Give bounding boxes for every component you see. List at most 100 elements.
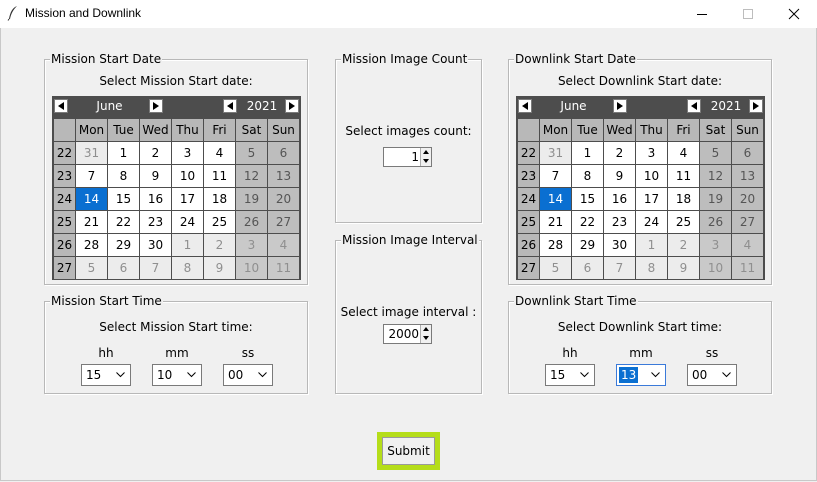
mission-hh-combobox[interactable]: 15	[81, 364, 131, 386]
calendar-day[interactable]: 8	[572, 165, 603, 187]
calendar-day[interactable]: 16	[140, 188, 171, 210]
downlink-mm-combobox[interactable]: 13	[616, 364, 666, 386]
calendar-day[interactable]: 1	[108, 142, 139, 164]
calendar-day[interactable]: 19	[236, 188, 267, 210]
calendar-day[interactable]: 21	[540, 211, 571, 233]
calendar-day[interactable]: 9	[204, 257, 235, 279]
calendar-day[interactable]: 5	[236, 142, 267, 164]
mission-ss-combobox[interactable]: 00	[223, 364, 273, 386]
calendar-day[interactable]: 17	[172, 188, 203, 210]
mission-mm-combobox[interactable]: 10	[152, 364, 202, 386]
calendar-day[interactable]: 22	[572, 211, 603, 233]
calendar-day[interactable]: 21	[76, 211, 107, 233]
calendar-day[interactable]: 23	[140, 211, 171, 233]
spin-up-button[interactable]	[421, 325, 431, 334]
calendar-day[interactable]: 3	[236, 234, 267, 256]
calendar-day[interactable]: 24	[172, 211, 203, 233]
calendar-day[interactable]: 7	[140, 257, 171, 279]
calendar-day[interactable]: 20	[268, 188, 299, 210]
calendar-day[interactable]: 15	[108, 188, 139, 210]
image-count-spinbox[interactable]: 1	[383, 147, 432, 167]
prev-month-button[interactable]	[54, 99, 68, 113]
calendar-day[interactable]: 13	[268, 165, 299, 187]
calendar-day[interactable]: 2	[204, 234, 235, 256]
calendar-day[interactable]: 27	[268, 211, 299, 233]
calendar-day[interactable]: 12	[700, 165, 731, 187]
calendar-day[interactable]: 4	[668, 142, 699, 164]
calendar-day[interactable]: 22	[108, 211, 139, 233]
calendar-day[interactable]: 7	[76, 165, 107, 187]
downlink-ss-combobox[interactable]: 00	[687, 364, 737, 386]
spin-down-button[interactable]	[421, 334, 431, 343]
calendar-day[interactable]: 6	[732, 142, 763, 164]
prev-year-button[interactable]	[687, 99, 701, 113]
calendar-day[interactable]: 17	[636, 188, 667, 210]
spin-up-button[interactable]	[421, 148, 431, 157]
image-count-value[interactable]: 1	[411, 150, 419, 164]
calendar-day[interactable]: 13	[732, 165, 763, 187]
minimize-button[interactable]	[679, 0, 725, 28]
next-month-button[interactable]	[149, 99, 163, 113]
calendar-day[interactable]: 12	[236, 165, 267, 187]
close-button[interactable]	[771, 0, 817, 28]
calendar-day[interactable]: 29	[572, 234, 603, 256]
calendar-day[interactable]: 9	[140, 165, 171, 187]
calendar-day[interactable]: 6	[268, 142, 299, 164]
downlink-hh-combobox[interactable]: 15	[545, 364, 595, 386]
calendar-day[interactable]: 14	[76, 188, 107, 210]
calendar-day[interactable]: 30	[140, 234, 171, 256]
calendar-day[interactable]: 3	[700, 234, 731, 256]
calendar-day[interactable]: 11	[668, 165, 699, 187]
calendar-day[interactable]: 2	[668, 234, 699, 256]
calendar-day[interactable]: 10	[172, 165, 203, 187]
calendar-day[interactable]: 11	[268, 257, 299, 279]
maximize-button[interactable]	[725, 0, 771, 28]
next-month-button[interactable]	[613, 99, 627, 113]
calendar-day[interactable]: 26	[700, 211, 731, 233]
calendar-day[interactable]: 28	[76, 234, 107, 256]
calendar-day[interactable]: 3	[636, 142, 667, 164]
calendar-day[interactable]: 16	[604, 188, 635, 210]
calendar-day[interactable]: 27	[732, 211, 763, 233]
calendar-day[interactable]: 20	[732, 188, 763, 210]
calendar-day[interactable]: 7	[540, 165, 571, 187]
calendar-day[interactable]: 5	[76, 257, 107, 279]
calendar-day[interactable]: 15	[572, 188, 603, 210]
mission-calendar[interactable]: June 2021 Mon Tue Wed Thu Fri Sat Sun 22 31 1 2 3 4 5 6 2…	[52, 96, 301, 280]
calendar-day[interactable]: 31	[76, 142, 107, 164]
calendar-day[interactable]: 10	[636, 165, 667, 187]
calendar-day[interactable]: 6	[108, 257, 139, 279]
calendar-day[interactable]: 9	[604, 165, 635, 187]
prev-year-button[interactable]	[223, 99, 237, 113]
calendar-day[interactable]: 19	[700, 188, 731, 210]
calendar-day[interactable]: 5	[700, 142, 731, 164]
calendar-day[interactable]: 30	[604, 234, 635, 256]
next-year-button[interactable]	[749, 99, 763, 113]
calendar-day[interactable]: 26	[236, 211, 267, 233]
calendar-day[interactable]: 11	[204, 165, 235, 187]
calendar-day[interactable]: 4	[204, 142, 235, 164]
calendar-day[interactable]: 25	[204, 211, 235, 233]
calendar-day[interactable]: 1	[172, 234, 203, 256]
submit-button[interactable]: Submit	[382, 437, 435, 465]
calendar-day[interactable]: 4	[268, 234, 299, 256]
calendar-day[interactable]: 24	[636, 211, 667, 233]
calendar-day[interactable]: 18	[668, 188, 699, 210]
calendar-day[interactable]: 25	[668, 211, 699, 233]
calendar-day[interactable]: 4	[732, 234, 763, 256]
calendar-day[interactable]: 1	[572, 142, 603, 164]
calendar-day[interactable]: 14	[540, 188, 571, 210]
image-interval-spinbox[interactable]: 2000	[383, 324, 432, 344]
calendar-day[interactable]: 2	[604, 142, 635, 164]
next-year-button[interactable]	[285, 99, 299, 113]
calendar-day[interactable]: 7	[604, 257, 635, 279]
calendar-day[interactable]: 1	[636, 234, 667, 256]
calendar-day[interactable]: 8	[108, 165, 139, 187]
calendar-day[interactable]: 23	[604, 211, 635, 233]
downlink-calendar[interactable]: June 2021 Mon Tue Wed Thu Fri Sat Sun 22 31 1 2 3 4 5 6 2…	[516, 96, 765, 280]
calendar-day[interactable]: 3	[172, 142, 203, 164]
calendar-day[interactable]: 6	[572, 257, 603, 279]
calendar-day[interactable]: 31	[540, 142, 571, 164]
calendar-day[interactable]: 10	[236, 257, 267, 279]
calendar-day[interactable]: 10	[700, 257, 731, 279]
